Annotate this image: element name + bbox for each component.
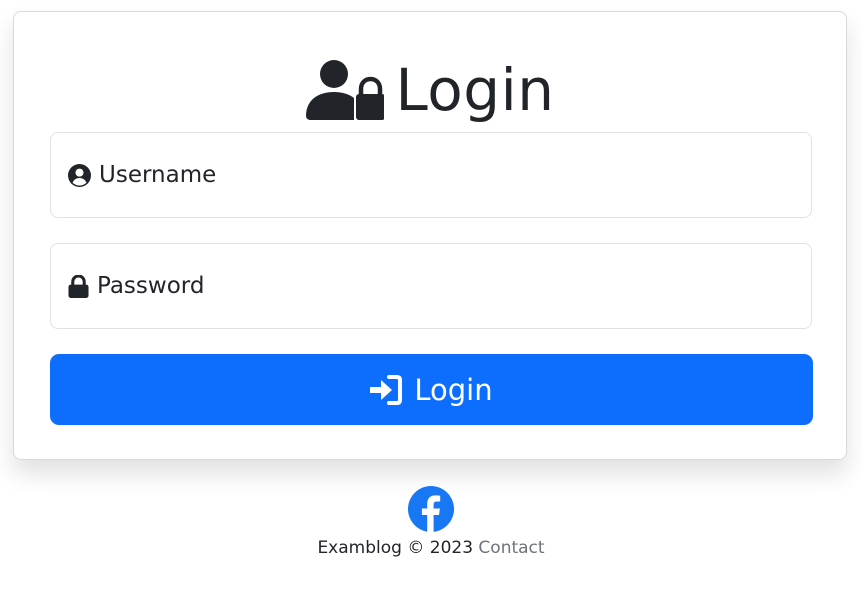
login-card: Login Username Password Login	[13, 11, 847, 460]
copyright-year: 2023	[429, 538, 474, 558]
footer-text: Examblog © 2023 Contact	[0, 538, 862, 558]
site-name: Examblog	[317, 538, 402, 558]
copyright-symbol: ©	[407, 538, 425, 558]
footer: Examblog © 2023 Contact	[0, 486, 862, 558]
title-text: Login	[395, 56, 555, 124]
facebook-icon[interactable]	[408, 486, 454, 532]
password-field[interactable]: Password	[50, 243, 812, 329]
page-title: Login	[14, 50, 846, 130]
user-circle-icon	[68, 163, 91, 187]
username-label: Username	[99, 162, 217, 188]
user-lock-icon	[305, 60, 384, 120]
lock-icon	[68, 274, 89, 298]
sign-in-icon	[370, 374, 403, 405]
login-button-label: Login	[414, 372, 493, 407]
login-button[interactable]: Login	[50, 354, 813, 425]
contact-link[interactable]: Contact	[478, 538, 544, 558]
username-field[interactable]: Username	[50, 132, 812, 218]
password-label: Password	[97, 273, 205, 299]
